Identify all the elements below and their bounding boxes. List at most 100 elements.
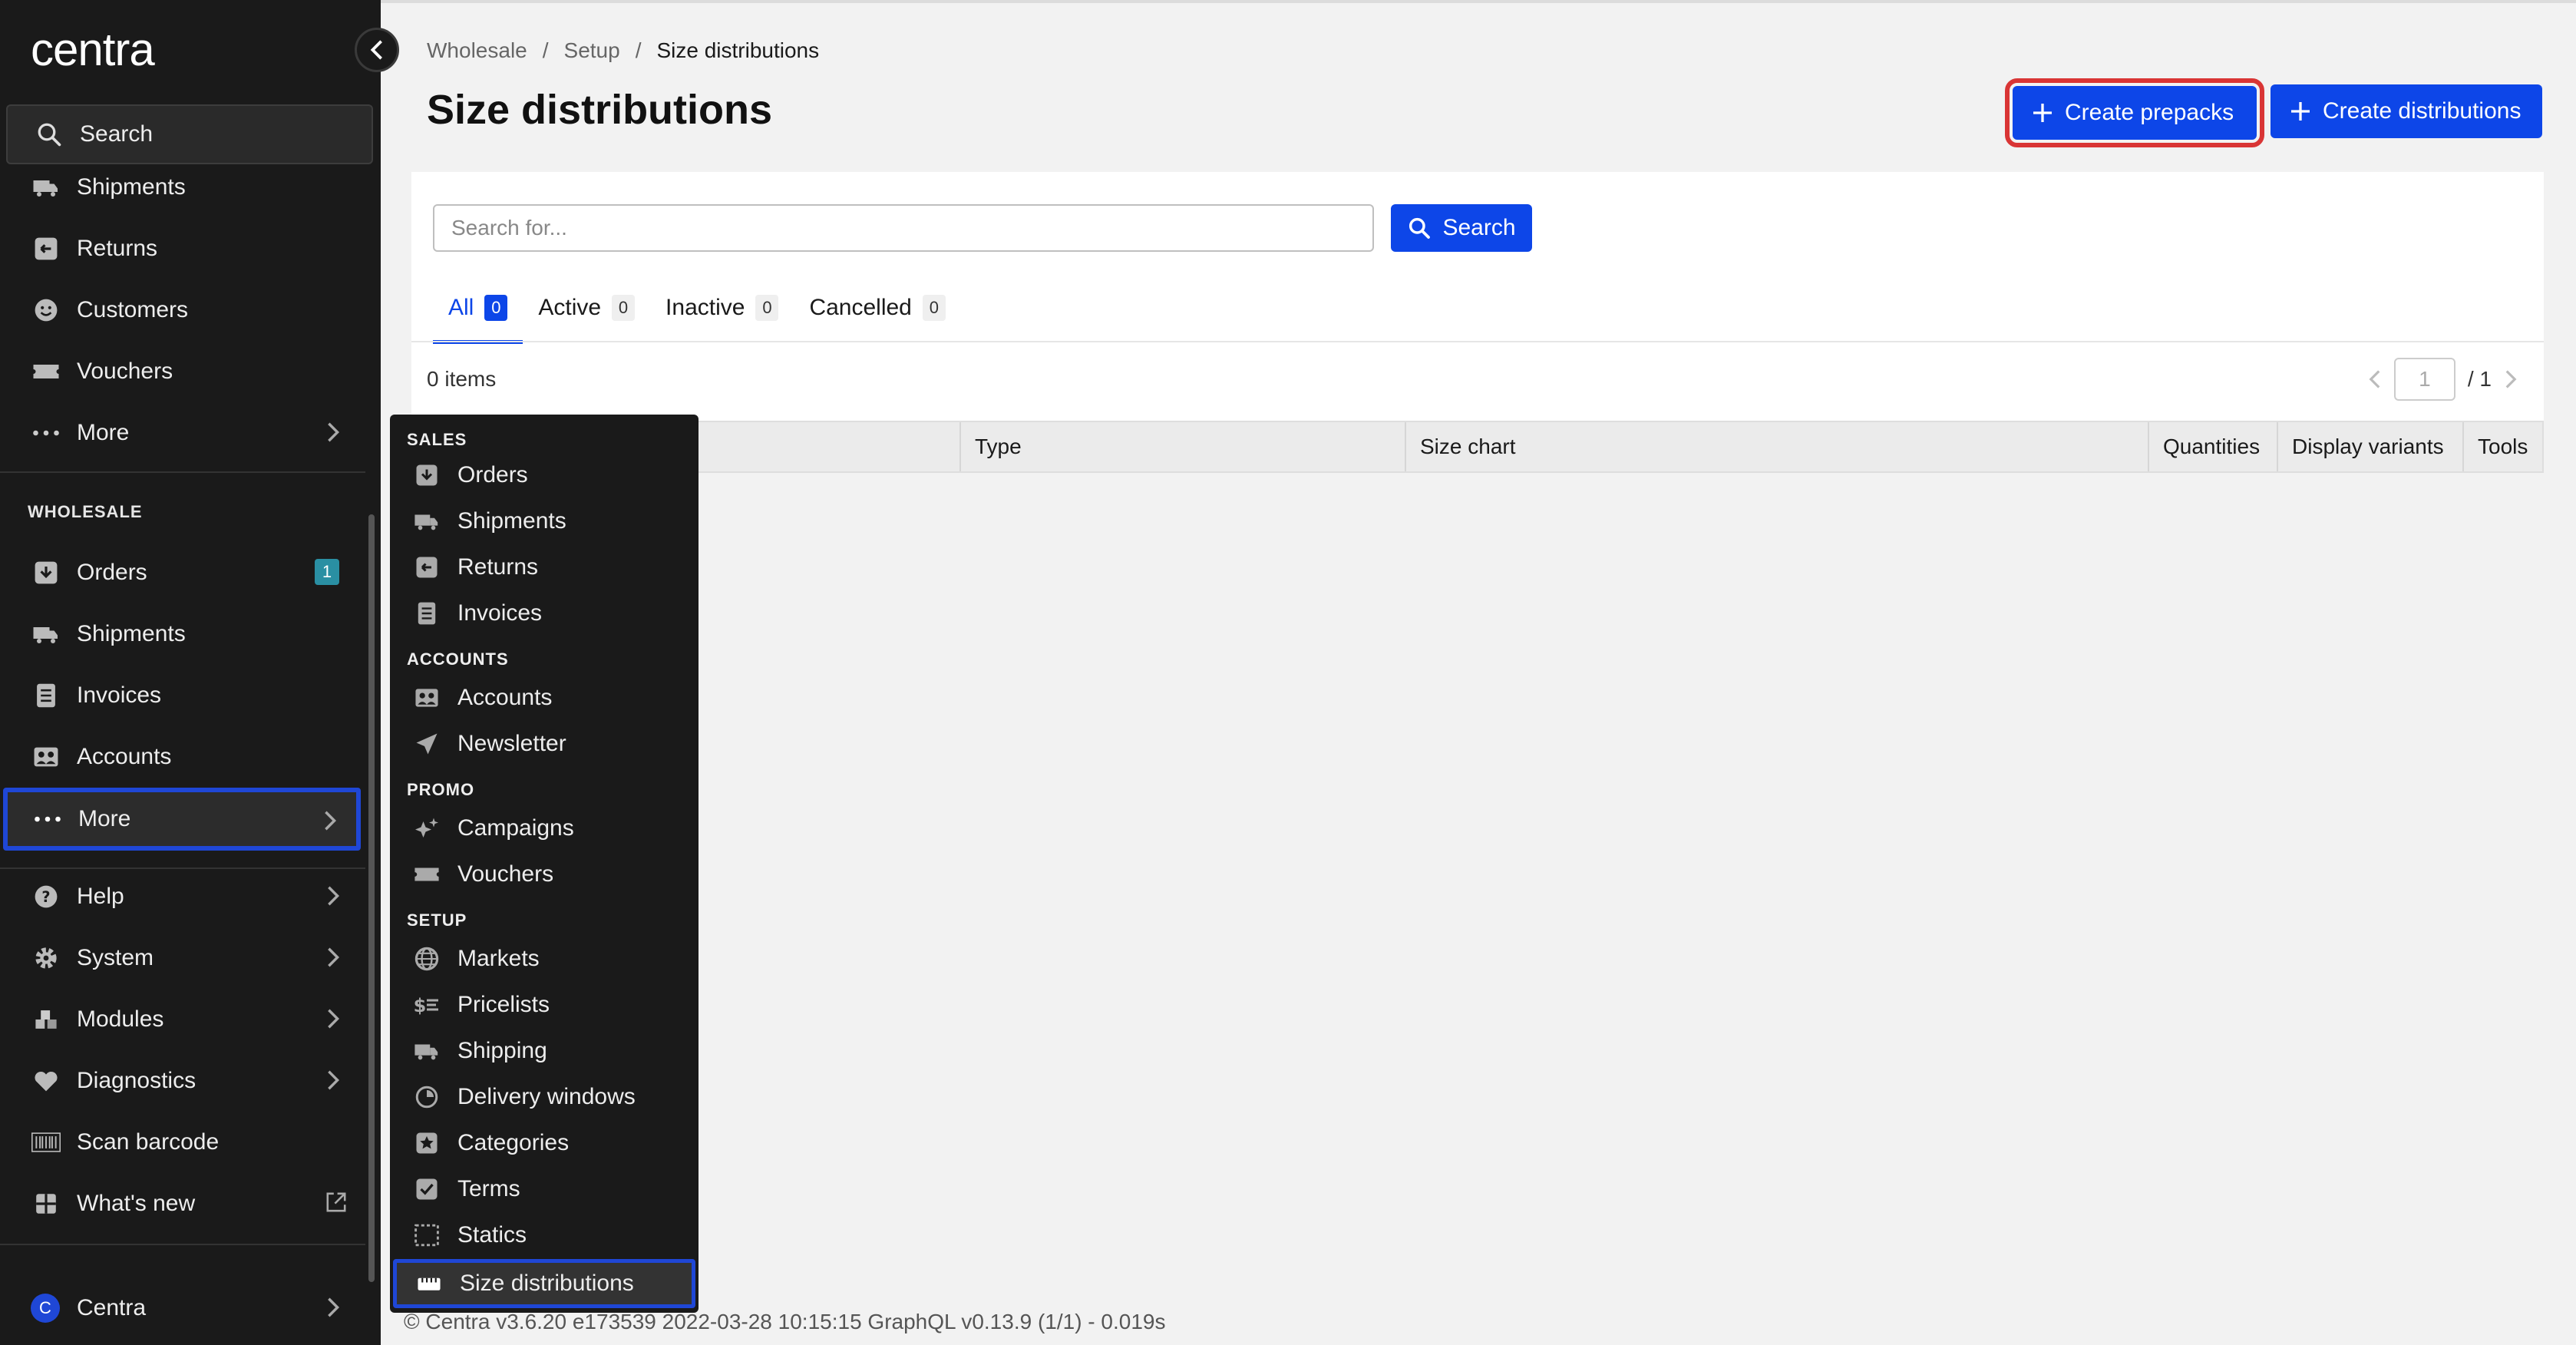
sidebar-item-returns[interactable]: Returns <box>6 220 359 278</box>
sidebar-item-wholesale-accounts[interactable]: Accounts <box>6 728 359 786</box>
pricelist-icon: $ <box>413 991 441 1019</box>
create-prepacks-button[interactable]: Create prepacks <box>2005 78 2264 147</box>
sidebar-item-label: Shipments <box>77 174 186 200</box>
gear-icon <box>31 943 61 973</box>
top-border <box>381 0 2576 3</box>
orders-badge: 1 <box>315 559 339 585</box>
sidebar-item-scan-barcode[interactable]: Scan barcode <box>6 1113 359 1172</box>
dashed-box-icon <box>413 1221 441 1249</box>
flyout-item-label: Campaigns <box>457 815 574 841</box>
column-header-size-chart[interactable]: Size chart <box>1405 422 2148 471</box>
sidebar-search[interactable]: Search <box>6 104 373 164</box>
column-header-display-variants[interactable]: Display variants <box>2277 422 2462 471</box>
breadcrumb: Wholesale / Setup / Size distributions <box>427 38 819 63</box>
breadcrumb-separator: / <box>635 38 642 62</box>
flyout-item-label: Accounts <box>457 685 553 710</box>
tab-cancelled[interactable]: Cancelled 0 <box>794 295 960 344</box>
flyout-item-markets[interactable]: Markets <box>395 937 694 981</box>
flyout-heading-sales: SALES <box>407 430 467 449</box>
sidebar-item-wholesale-invoices[interactable]: Invoices <box>6 666 359 725</box>
ticket-icon <box>413 861 441 888</box>
truck-icon <box>31 619 61 649</box>
contacts-icon <box>31 742 61 772</box>
search-input[interactable]: Search for... <box>433 204 1374 252</box>
flyout-item-campaigns[interactable]: Campaigns <box>395 806 694 851</box>
flyout-item-label: Markets <box>457 946 540 971</box>
flyout-item-delivery-windows[interactable]: Delivery windows <box>395 1075 694 1119</box>
flyout-item-pricelists[interactable]: $ Pricelists <box>395 983 694 1027</box>
flyout-item-categories[interactable]: Categories <box>395 1121 694 1165</box>
collapse-sidebar-button[interactable] <box>355 28 399 72</box>
flyout-item-statics[interactable]: Statics <box>395 1213 694 1257</box>
flyout-item-shipments[interactable]: Shipments <box>395 499 694 544</box>
sidebar-item-system[interactable]: System <box>6 929 359 987</box>
sidebar-item-customers[interactable]: Customers <box>6 281 359 339</box>
sidebar-item-label: Returns <box>77 236 158 261</box>
flyout-item-size-distributions[interactable]: Size distributions <box>393 1259 695 1308</box>
sidebar-item-vouchers[interactable]: Vouchers <box>6 342 359 401</box>
sidebar-item-whats-new[interactable]: What's new <box>6 1175 359 1233</box>
sidebar-scrollbar[interactable] <box>368 514 375 1282</box>
tab-active[interactable]: Active 0 <box>523 295 650 344</box>
sidebar-item-shipments[interactable]: Shipments <box>6 158 359 216</box>
tab-all[interactable]: All 0 <box>433 295 523 344</box>
status-tabs: All 0 Active 0 Inactive 0 Cancelled 0 <box>433 295 961 344</box>
search-button[interactable]: Search <box>1391 204 1532 252</box>
page-input[interactable]: 1 <box>2393 358 2455 401</box>
flyout-item-label: Categories <box>457 1130 570 1155</box>
tab-inactive[interactable]: Inactive 0 <box>650 295 794 344</box>
sidebar-item-label: Scan barcode <box>77 1129 220 1155</box>
gift-icon <box>31 1188 61 1219</box>
flyout-item-label: Shipping <box>457 1038 547 1063</box>
flyout-item-shipping[interactable]: Shipping <box>395 1029 694 1073</box>
truck-icon <box>31 172 61 203</box>
user-menu[interactable]: C Centra <box>6 1279 359 1337</box>
sidebar-item-label: Customers <box>77 297 189 322</box>
tab-count: 0 <box>612 295 636 321</box>
flyout-item-label: Statics <box>457 1222 527 1248</box>
flyout-item-returns[interactable]: Returns <box>395 545 694 590</box>
chevron-right-icon <box>328 422 340 442</box>
sidebar-item-wholesale-more[interactable]: More <box>3 788 361 851</box>
sidebar-item-label: More <box>78 806 131 831</box>
flyout-item-invoices[interactable]: Invoices <box>395 591 694 636</box>
plus-icon <box>2033 104 2052 122</box>
flyout-item-vouchers[interactable]: Vouchers <box>395 852 694 897</box>
column-header-type[interactable]: Type <box>959 422 1405 471</box>
chevron-right-icon[interactable] <box>2504 368 2518 390</box>
breadcrumb-wholesale[interactable]: Wholesale <box>427 38 527 63</box>
sidebar-item-diagnostics[interactable]: Diagnostics <box>6 1052 359 1110</box>
centra-logo[interactable]: centra <box>31 23 155 76</box>
create-distributions-button[interactable]: Create distributions <box>2271 84 2542 138</box>
tab-label: Inactive <box>665 295 745 320</box>
flyout-item-terms[interactable]: Terms <box>395 1167 694 1211</box>
flyout-heading-accounts: ACCOUNTS <box>407 649 509 669</box>
sidebar-item-help[interactable]: ? Help <box>6 867 359 926</box>
chevron-left-icon[interactable] <box>2368 368 2382 390</box>
chevron-left-icon <box>370 40 382 60</box>
external-link-icon <box>326 1192 346 1212</box>
main-content: Wholesale / Setup / Size distributions S… <box>381 0 2576 1345</box>
flyout-item-orders[interactable]: Orders <box>395 453 694 497</box>
star-box-icon <box>413 1129 441 1157</box>
breadcrumb-setup[interactable]: Setup <box>564 38 620 63</box>
column-header-tools[interactable]: Tools <box>2462 422 2542 471</box>
sidebar-item-modules[interactable]: Modules <box>6 990 359 1049</box>
sidebar-item-label: Orders <box>77 560 147 585</box>
sidebar-item-more-top[interactable]: More <box>6 404 359 462</box>
chevron-right-icon <box>328 1070 340 1090</box>
flyout-item-accounts[interactable]: Accounts <box>395 676 694 720</box>
column-header-quantities[interactable]: Quantities <box>2148 422 2277 471</box>
flyout-item-label: Orders <box>457 462 528 487</box>
flyout-item-label: Returns <box>457 554 539 580</box>
flyout-item-label: Delivery windows <box>457 1084 636 1109</box>
ruler-icon <box>415 1270 443 1297</box>
sidebar-item-wholesale-shipments[interactable]: Shipments <box>6 605 359 663</box>
tab-count: 0 <box>922 295 946 321</box>
sidebar: centra Search Shipments Returns Customer… <box>0 0 381 1345</box>
document-icon <box>413 600 441 627</box>
flyout-item-newsletter[interactable]: Newsletter <box>395 722 694 766</box>
search-icon <box>1409 217 1431 239</box>
plus-icon <box>2291 102 2310 121</box>
sidebar-item-wholesale-orders[interactable]: Orders 1 <box>6 544 359 602</box>
